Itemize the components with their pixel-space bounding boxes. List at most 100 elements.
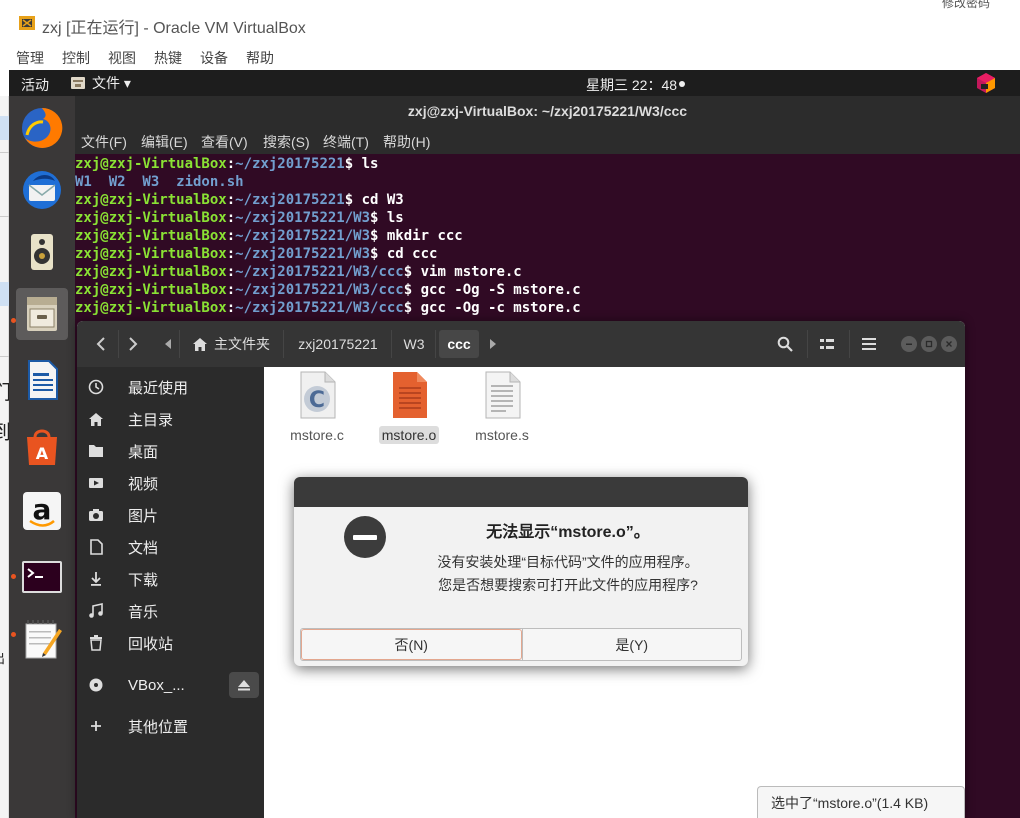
- object-file-icon: [393, 372, 427, 418]
- terminal-menu-edit[interactable]: 编辑(E): [141, 132, 188, 152]
- prompt-sign: $: [370, 228, 387, 244]
- breadcrumb-w3[interactable]: W3: [395, 330, 433, 358]
- app-menu-button[interactable]: 文件 ▾: [70, 73, 131, 93]
- menu-help[interactable]: 帮助: [246, 48, 274, 68]
- prompt-sign: $: [370, 246, 387, 262]
- host-selection: [0, 116, 9, 140]
- menu-button[interactable]: [851, 330, 887, 358]
- clock[interactable]: 星期三 22：48: [586, 75, 686, 95]
- folder-icon: [88, 443, 104, 459]
- file-name: mstore.c: [290, 427, 344, 443]
- file-item[interactable]: C mstore.c: [269, 371, 365, 447]
- sidebar-item-desktop[interactable]: 桌面: [77, 435, 264, 467]
- dock-amazon[interactable]: a: [16, 485, 68, 537]
- terminal-menu-help[interactable]: 帮助(H): [383, 132, 430, 152]
- menu-control[interactable]: 控制: [62, 48, 90, 68]
- breadcrumb-scroll-right[interactable]: [482, 330, 504, 358]
- breadcrumb-home[interactable]: 主文件夹: [183, 330, 279, 358]
- dock-thunderbird[interactable]: [16, 164, 68, 216]
- thunderbird-icon: [23, 171, 61, 209]
- sidebar-item-other-locations[interactable]: 其他位置: [77, 710, 264, 742]
- minimize-button[interactable]: [901, 336, 917, 352]
- c-source-file-icon: C: [300, 371, 336, 419]
- dock-text-editor[interactable]: [16, 614, 68, 666]
- back-button[interactable]: [87, 330, 115, 358]
- menu-manage[interactable]: 管理: [16, 48, 44, 68]
- view-toggle-button[interactable]: [809, 330, 845, 358]
- prompt-user: zxj@zxj-VirtualBox: [75, 246, 227, 262]
- prompt-sign: $: [344, 192, 362, 208]
- system-menu-icon[interactable]: [975, 72, 997, 94]
- header-separator: [807, 330, 808, 358]
- prompt-colon: :: [226, 156, 236, 172]
- terminal-icon: [22, 561, 62, 593]
- eject-button[interactable]: [229, 672, 259, 698]
- dock-running-indicator: [11, 318, 16, 323]
- breadcrumb-ccc[interactable]: ccc: [439, 330, 479, 358]
- writer-document-icon: [28, 360, 58, 400]
- close-icon: [946, 341, 952, 347]
- sidebar-item-home[interactable]: 主目录: [77, 403, 264, 435]
- dialog-title: 无法显示“mstore.o”。: [486, 524, 650, 541]
- dialog-header: [294, 477, 748, 507]
- dock-running-indicator: [11, 632, 16, 637]
- dock-rhythmbox[interactable]: [16, 226, 68, 278]
- forward-button[interactable]: [119, 330, 147, 358]
- search-button[interactable]: [767, 330, 803, 358]
- clock-text: 星期三 22：48: [586, 77, 678, 93]
- header-separator: [849, 330, 850, 358]
- sidebar-item-pictures[interactable]: 图片: [77, 499, 264, 531]
- sidebar-item-videos[interactable]: 视频: [77, 467, 264, 499]
- sidebar-item-recent[interactable]: 最近使用: [77, 371, 264, 403]
- header-separator: [283, 330, 284, 358]
- dock-files[interactable]: [16, 288, 68, 340]
- file-name: mstore.o: [378, 426, 440, 444]
- yes-button[interactable]: 是(Y): [521, 629, 742, 660]
- command: gcc -Og -S mstore.c: [420, 282, 581, 298]
- home-icon: [88, 411, 104, 427]
- window-title: zxj [正在运行] - Oracle VM VirtualBox: [42, 20, 306, 37]
- terminal-menu-search[interactable]: 搜索(S): [263, 132, 310, 152]
- terminal-menu-file[interactable]: 文件(F): [81, 132, 127, 152]
- svg-text:C: C: [309, 388, 325, 413]
- dock-firefox[interactable]: [16, 102, 68, 154]
- activities-button[interactable]: 活动: [21, 75, 49, 95]
- virtualbox-titlebar: zxj [正在运行] - Oracle VM VirtualBox 修改密码: [0, 0, 1020, 44]
- text-file-icon: [485, 371, 521, 419]
- sidebar-item-documents[interactable]: 文档: [77, 531, 264, 563]
- sidebar-label: 桌面: [128, 443, 159, 461]
- host-edge-char: 出: [0, 648, 5, 667]
- terminal-menu-terminal[interactable]: 终端(T): [323, 132, 369, 152]
- terminal-menu-view[interactable]: 查看(V): [201, 132, 248, 152]
- sidebar-item-trash[interactable]: 回收站: [77, 627, 264, 659]
- breadcrumb-zxj20175221[interactable]: zxj20175221: [287, 330, 389, 358]
- list-view-icon: [820, 339, 834, 349]
- command: gcc -Og -c mstore.c: [420, 300, 581, 316]
- dock-software-center[interactable]: A: [16, 420, 68, 472]
- close-button[interactable]: [941, 336, 957, 352]
- breadcrumb-home-label: 主文件夹: [214, 336, 270, 352]
- file-item-selected[interactable]: mstore.o: [361, 371, 457, 447]
- dock-terminal[interactable]: [16, 551, 68, 603]
- hamburger-menu-icon: [862, 338, 876, 350]
- prompt-user: zxj@zxj-VirtualBox: [75, 210, 227, 226]
- dock-libreoffice-writer[interactable]: [16, 354, 68, 406]
- prompt-path: ~/zxj20175221/W3/ccc: [235, 300, 404, 316]
- file-item[interactable]: mstore.s: [454, 371, 550, 447]
- sidebar-item-vbox-disc[interactable]: VBox_...: [77, 669, 264, 701]
- maximize-button[interactable]: [921, 336, 937, 352]
- sidebar-item-music[interactable]: 音乐: [77, 595, 264, 627]
- sidebar-item-downloads[interactable]: 下载: [77, 563, 264, 595]
- menu-hotkey[interactable]: 热键: [154, 48, 182, 68]
- prompt-path: ~/zxj20175221/W3/ccc: [235, 282, 404, 298]
- caret-left-icon: [165, 339, 171, 349]
- menu-devices[interactable]: 设备: [200, 48, 228, 68]
- file-cabinet-icon: [27, 297, 57, 331]
- sidebar-label: 下载: [128, 571, 159, 589]
- no-button[interactable]: 否(N): [301, 629, 522, 660]
- breadcrumb-scroll-left[interactable]: [157, 330, 179, 358]
- maximize-icon: [925, 340, 933, 348]
- menu-view[interactable]: 视图: [108, 48, 136, 68]
- command: cd ccc: [386, 246, 438, 262]
- sidebar-label: 主目录: [128, 411, 174, 429]
